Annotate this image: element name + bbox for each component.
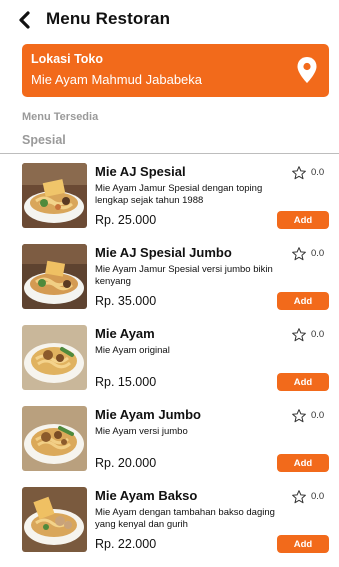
menu-item-rating: 0.0	[311, 410, 325, 421]
menu-item[interactable]: Mie Ayam Jumbo Mie Ayam versi jumbo Rp. …	[0, 406, 339, 486]
star-outline-icon[interactable]	[291, 165, 307, 181]
menu-item-description: Mie Ayam Jamur Spesial versi jumbo bikin…	[95, 264, 273, 287]
star-outline-icon[interactable]	[291, 327, 307, 343]
star-outline-icon[interactable]	[291, 489, 307, 505]
menu-item-price: Rp. 35.000	[95, 294, 157, 308]
menu-item-name: Mie Ayam Bakso	[95, 488, 198, 503]
section-title-special: Spesial	[22, 133, 66, 147]
menu-item-description: Mie Ayam versi jumbo	[95, 426, 188, 437]
menu-item-name: Mie AJ Spesial	[95, 164, 186, 179]
menu-item-image	[22, 163, 87, 228]
menu-item-rating: 0.0	[311, 167, 325, 178]
add-button[interactable]: Add	[277, 454, 329, 472]
add-button[interactable]: Add	[277, 535, 329, 553]
menu-item[interactable]: Mie AJ Spesial Jumbo Mie Ayam Jamur Spes…	[0, 244, 339, 324]
store-location-value: Mie Ayam Mahmud Jababeka	[31, 72, 203, 87]
menu-item[interactable]: Mie Ayam Mie Ayam original Rp. 15.000 0.…	[0, 325, 339, 405]
page-title: Menu Restoran	[46, 9, 171, 28]
menu-item-description: Mie Ayam Jamur Spesial dengan toping len…	[95, 183, 263, 206]
add-button[interactable]: Add	[277, 292, 329, 310]
menu-item-price: Rp. 25.000	[95, 213, 157, 227]
menu-item-image	[22, 487, 87, 552]
menu-item-name: Mie Ayam	[95, 326, 155, 341]
menu-item-price: Rp. 15.000	[95, 375, 157, 389]
store-location-label: Lokasi Toko	[31, 52, 104, 66]
menu-item-image	[22, 244, 87, 309]
app-header: Menu Restoran	[0, 0, 339, 40]
menu-item-price: Rp. 22.000	[95, 537, 157, 551]
menu-available-label: Menu Tersedia	[22, 111, 99, 123]
back-arrow-icon[interactable]	[16, 9, 36, 31]
add-button[interactable]: Add	[277, 373, 329, 391]
menu-item-image	[22, 325, 87, 390]
menu-item-name: Mie Ayam Jumbo	[95, 407, 201, 422]
menu-item-rating: 0.0	[311, 248, 325, 259]
star-outline-icon[interactable]	[291, 246, 307, 262]
menu-item[interactable]: Mie AJ Spesial Mie Ayam Jamur Spesial de…	[0, 163, 339, 243]
section-divider	[0, 153, 339, 154]
menu-item-description: Mie Ayam dengan tambahan bakso daging ya…	[95, 507, 275, 530]
menu-item-rating: 0.0	[311, 491, 325, 502]
menu-item-rating: 0.0	[311, 329, 325, 340]
menu-item-image	[22, 406, 87, 471]
star-outline-icon[interactable]	[291, 408, 307, 424]
add-button[interactable]: Add	[277, 211, 329, 229]
store-location-card[interactable]: Lokasi Toko Mie Ayam Mahmud Jababeka	[22, 44, 329, 97]
location-pin-icon	[296, 56, 318, 84]
menu-item-price: Rp. 20.000	[95, 456, 157, 470]
menu-item-description: Mie Ayam original	[95, 345, 170, 356]
menu-item-name: Mie AJ Spesial Jumbo	[95, 245, 232, 260]
menu-item[interactable]: Mie Ayam Bakso Mie Ayam dengan tambahan …	[0, 487, 339, 567]
